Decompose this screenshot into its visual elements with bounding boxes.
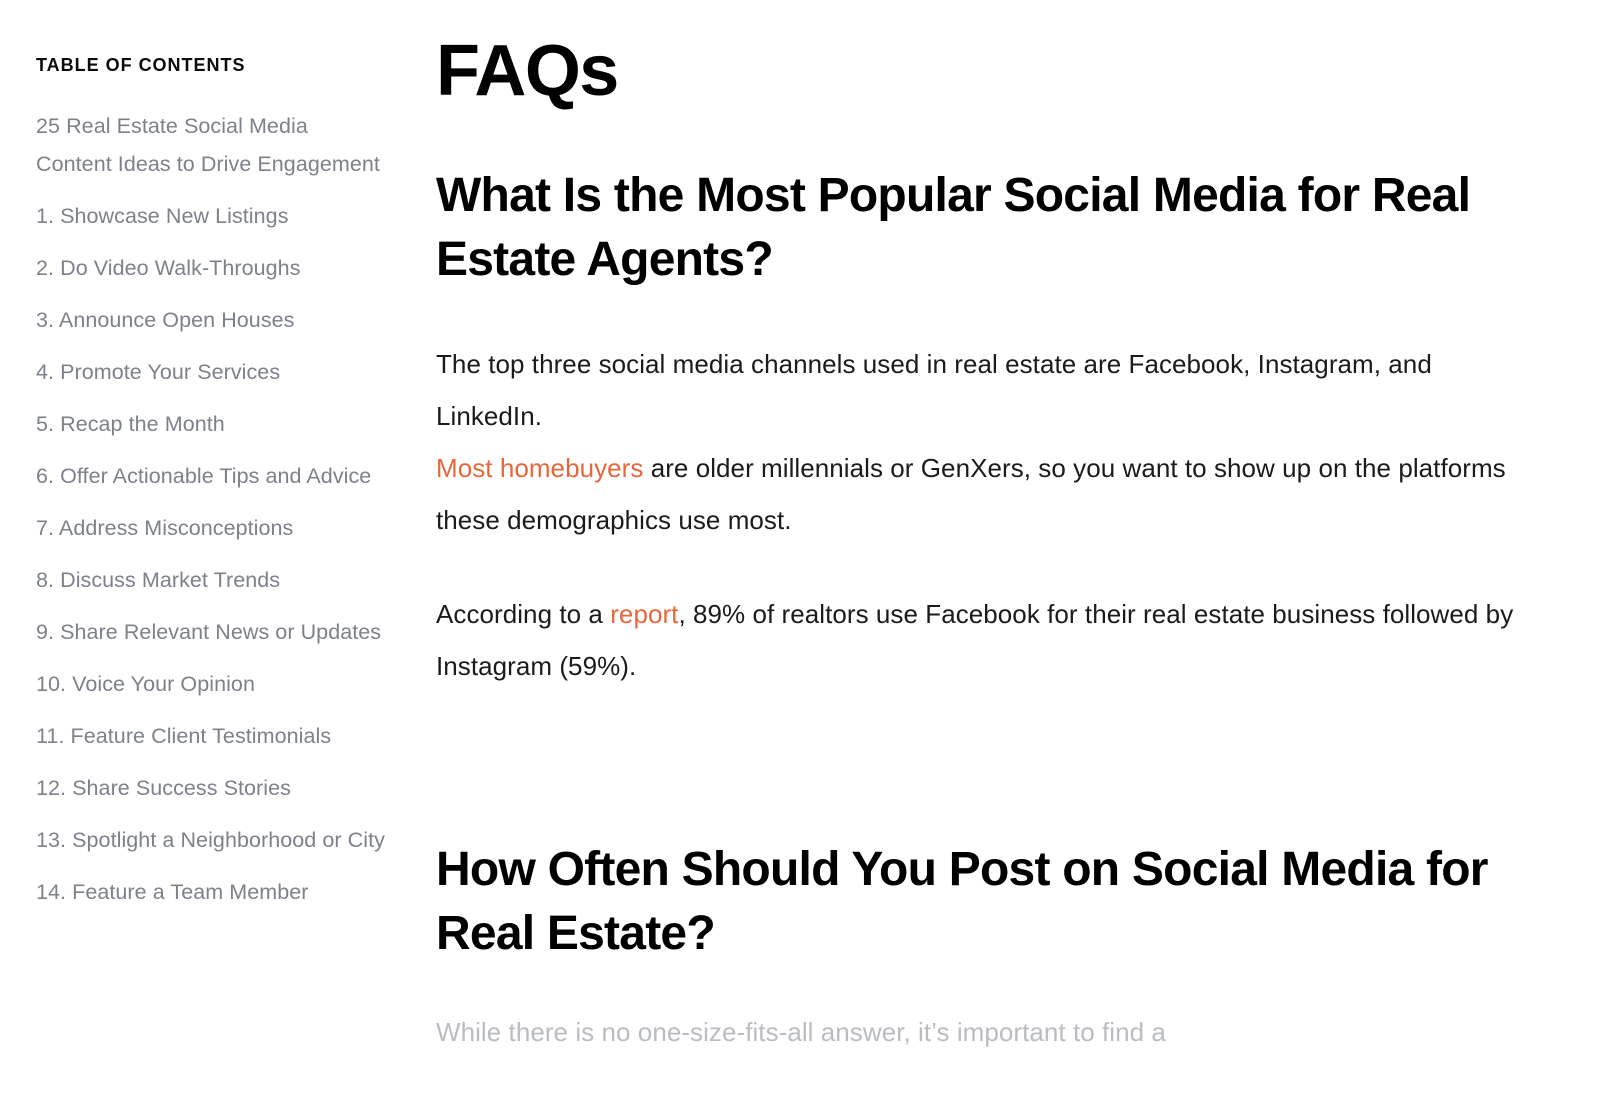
toc-bottom-fade-overlay [0, 967, 400, 1117]
toc-item-11[interactable]: 11. Feature Client Testimonials [36, 717, 388, 755]
section-heading-how-often-post: How Often Should You Post on Social Medi… [436, 843, 1488, 960]
table-of-contents-heading: TABLE OF CONTENTS [36, 55, 246, 75]
toc-item-6[interactable]: 6. Offer Actionable Tips and Advice [36, 457, 388, 495]
toc-item-14[interactable]: 14. Feature a Team Member [36, 873, 388, 911]
toc-item-3[interactable]: 3. Announce Open Houses [36, 301, 388, 339]
most-homebuyers-link[interactable]: Most homebuyers [436, 453, 643, 483]
toc-item-10[interactable]: 10. Voice Your Opinion [36, 665, 388, 703]
paragraph-line-channels: The top three social media channels used… [436, 349, 1432, 431]
toc-item-1[interactable]: 1. Showcase New Listings [36, 197, 388, 235]
toc-item-9[interactable]: 9. Share Relevant News or Updates [36, 613, 388, 651]
toc-item-7[interactable]: 7. Address Misconceptions [36, 509, 388, 547]
toc-item-5[interactable]: 5. Recap the Month [36, 405, 388, 443]
toc-item-4[interactable]: 4. Promote Your Services [36, 353, 388, 391]
toc-item-0[interactable]: 25 Real Estate Social Media Content Idea… [36, 107, 388, 183]
table-of-contents-list: 25 Real Estate Social Media Content Idea… [36, 107, 388, 911]
paragraph-report-statistics: According to a report, 89% of realtors u… [436, 588, 1516, 692]
paragraph-before-report-link: According to a [436, 599, 611, 629]
page-title: FAQs [436, 31, 619, 111]
article-content: FAQs What Is the Most Popular Social Med… [400, 0, 1600, 1117]
toc-item-8[interactable]: 8. Discuss Market Trends [36, 561, 388, 599]
article-page: TABLE OF CONTENTS 25 Real Estate Social … [0, 0, 1600, 1117]
paragraph-top-three-channels: The top three social media channels used… [436, 338, 1516, 546]
paragraph-one-size-fits-all: While there is no one-size-fits-all answ… [436, 1017, 1166, 1047]
report-link[interactable]: report [610, 599, 678, 629]
table-of-contents-sidebar: TABLE OF CONTENTS 25 Real Estate Social … [0, 0, 400, 1117]
toc-item-12[interactable]: 12. Share Success Stories [36, 769, 388, 807]
toc-item-2[interactable]: 2. Do Video Walk-Throughs [36, 249, 388, 287]
toc-item-13[interactable]: 13. Spotlight a Neighborhood or City [36, 821, 388, 859]
section-heading-popular-social-media: What Is the Most Popular Social Media fo… [436, 169, 1471, 286]
